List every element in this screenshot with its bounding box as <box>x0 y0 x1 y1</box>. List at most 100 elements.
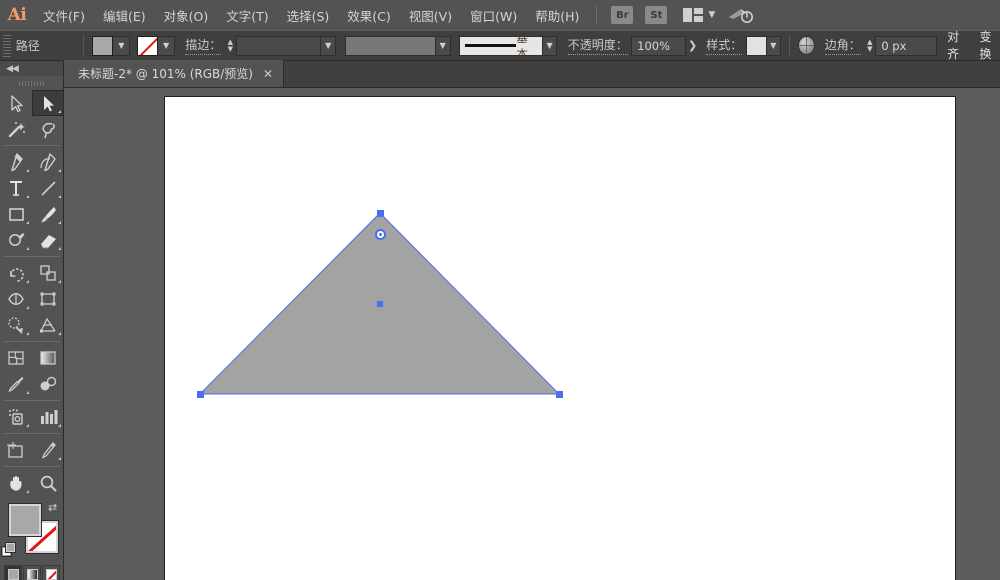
fill-dropdown-chevron-icon[interactable]: ▼ <box>113 36 130 56</box>
anchor-bottom-right[interactable] <box>556 391 563 398</box>
symbol-sprayer-tool[interactable] <box>0 404 32 430</box>
symbol-sprayer-tool-icon <box>6 407 27 428</box>
none-mode-button[interactable] <box>42 565 60 580</box>
blend-tool-icon <box>38 374 59 395</box>
slice-tool[interactable] <box>32 437 64 463</box>
menu-help[interactable]: 帮助(H) <box>526 0 588 30</box>
menu-select[interactable]: 选择(S) <box>278 0 339 30</box>
arrange-documents-button[interactable]: ▼ <box>683 8 715 22</box>
app-logo-icon: Ai <box>0 0 34 30</box>
brush-definition-select[interactable]: 基本 <box>459 36 543 56</box>
stroke-color-control[interactable]: ▼ <box>137 36 175 56</box>
tools-panel-grip[interactable] <box>0 76 63 90</box>
arrange-documents-icon <box>683 8 703 22</box>
corner-radius-input[interactable]: 0 px <box>875 36 937 56</box>
variable-width-chevron-icon[interactable]: ▼ <box>436 36 451 56</box>
collapse-panel-icon[interactable]: ◀◀ <box>0 61 63 76</box>
stroke-weight-input[interactable] <box>236 36 321 56</box>
fill-color-box[interactable] <box>9 504 41 536</box>
rectangle-tool[interactable] <box>0 201 32 227</box>
corner-label[interactable]: 边角： <box>825 36 861 55</box>
anchor-apex[interactable] <box>377 210 384 217</box>
width-tool-icon <box>6 289 27 310</box>
lasso-tool-icon <box>38 119 59 140</box>
gradient-mode-button[interactable] <box>23 565 41 580</box>
column-graph-tool[interactable] <box>32 404 64 430</box>
line-segment-tool[interactable] <box>32 175 64 201</box>
variable-width-profile-input[interactable] <box>345 36 436 56</box>
opacity-label[interactable]: 不透明度： <box>568 36 628 55</box>
column-graph-tool-icon <box>38 407 59 428</box>
menu-object[interactable]: 对象(O) <box>155 0 218 30</box>
curvature-tool[interactable] <box>32 149 64 175</box>
mesh-tool[interactable] <box>0 345 32 371</box>
stroke-swatch-none-icon[interactable] <box>137 36 158 56</box>
brush-stroke-preview-icon <box>465 44 516 47</box>
selection-tool[interactable] <box>0 90 32 116</box>
shape-center-point[interactable] <box>377 301 383 307</box>
eyedropper-tool[interactable] <box>0 371 32 397</box>
creative-cloud-sync-icon[interactable] <box>727 5 755 25</box>
free-transform-tool[interactable] <box>32 286 64 312</box>
direct-selection-tool[interactable] <box>32 90 64 116</box>
perspective-grid-tool[interactable] <box>32 312 64 338</box>
control-bar-grip[interactable] <box>3 35 11 57</box>
recolor-artwork-icon[interactable] <box>798 36 815 55</box>
opacity-expand-arrow-icon[interactable]: ❯ <box>686 36 700 56</box>
scale-tool[interactable] <box>32 260 64 286</box>
pen-tool[interactable] <box>0 149 32 175</box>
menu-window[interactable]: 窗口(W) <box>461 0 526 30</box>
menu-view[interactable]: 视图(V) <box>400 0 461 30</box>
transform-panel-button[interactable]: 变换 <box>980 28 1000 63</box>
shaper-tool[interactable] <box>0 227 32 253</box>
default-fill-stroke-icon[interactable] <box>2 543 17 558</box>
swap-fill-stroke-icon[interactable]: ⇄ <box>48 502 61 515</box>
artboard[interactable] <box>164 96 956 580</box>
graphic-style-swatch[interactable] <box>746 36 767 56</box>
fill-swatch[interactable] <box>92 36 113 56</box>
shaper-tool-icon <box>6 230 27 251</box>
fill-color-control[interactable]: ▼ <box>92 36 130 56</box>
zoom-tool[interactable] <box>32 470 64 496</box>
opacity-input[interactable]: 100% <box>631 36 686 56</box>
menu-effect[interactable]: 效果(C) <box>338 0 399 30</box>
eraser-tool-icon <box>38 230 59 251</box>
bridge-button[interactable]: Br <box>611 6 633 24</box>
stroke-weight-chevron-icon[interactable]: ▼ <box>321 36 336 56</box>
corner-radius-stepper[interactable]: ▲▼ <box>864 36 875 56</box>
magic-wand-tool[interactable] <box>0 116 32 142</box>
tools-divider <box>4 145 60 146</box>
style-chevron-icon[interactable]: ▼ <box>767 36 782 56</box>
shape-builder-tool[interactable] <box>0 312 32 338</box>
style-label[interactable]: 样式： <box>706 36 742 55</box>
width-tool[interactable] <box>0 286 32 312</box>
live-corner-widget[interactable] <box>375 229 386 240</box>
blend-tool[interactable] <box>32 371 64 397</box>
menu-type[interactable]: 文字(T) <box>217 0 277 30</box>
anchor-bottom-left[interactable] <box>197 391 204 398</box>
menu-edit[interactable]: 编辑(E) <box>94 0 155 30</box>
eraser-tool[interactable] <box>32 227 64 253</box>
tools-divider <box>4 466 60 467</box>
document-tab[interactable]: 未标题-2* @ 101% (RGB/预览) ✕ <box>64 60 284 87</box>
menu-file[interactable]: 文件(F) <box>34 0 94 30</box>
align-panel-button[interactable]: 对齐 <box>947 28 968 63</box>
paintbrush-tool[interactable] <box>32 201 64 227</box>
stroke-weight-label[interactable]: 描边： <box>185 36 221 55</box>
eyedropper-tool-icon <box>6 374 27 395</box>
mesh-tool-icon <box>6 348 27 369</box>
artboard-tool[interactable] <box>0 437 32 463</box>
stroke-weight-stepper[interactable]: ▲▼ <box>225 36 236 56</box>
lasso-tool[interactable] <box>32 116 64 142</box>
stroke-dropdown-chevron-icon[interactable]: ▼ <box>158 36 175 56</box>
type-tool[interactable] <box>0 175 32 201</box>
brush-chevron-icon[interactable]: ▼ <box>543 36 558 56</box>
rotate-tool[interactable] <box>0 260 32 286</box>
stock-button[interactable]: St <box>645 6 667 24</box>
gradient-tool[interactable] <box>32 345 64 371</box>
color-mode-button[interactable] <box>4 565 22 580</box>
canvas-area[interactable] <box>64 88 1000 580</box>
perspective-grid-tool-icon <box>38 315 59 336</box>
hand-tool[interactable] <box>0 470 32 496</box>
close-icon[interactable]: ✕ <box>263 68 273 80</box>
